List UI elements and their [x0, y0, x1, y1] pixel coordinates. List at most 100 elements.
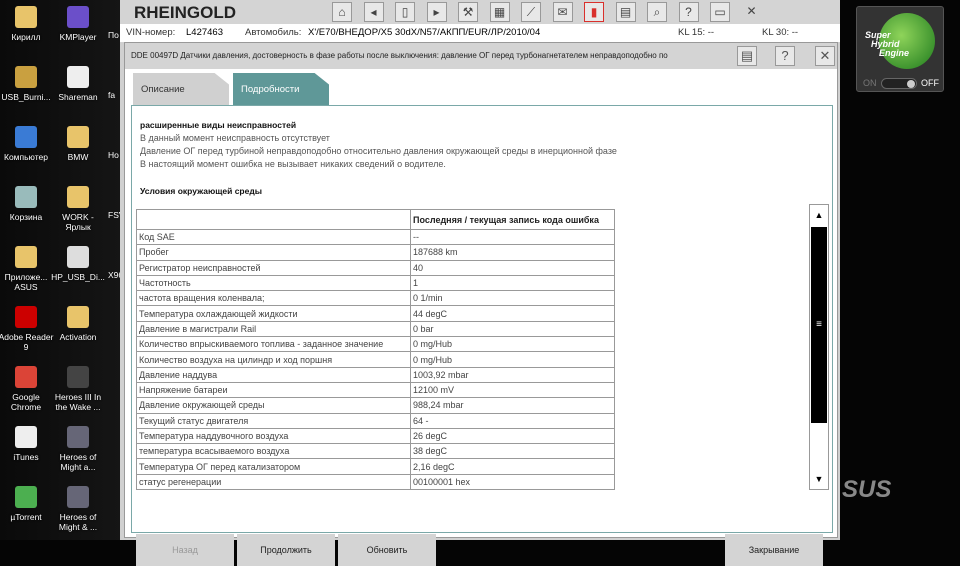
parameter-name: Регистратор неисправностей: [136, 259, 411, 276]
forward-icon[interactable]: ▸: [426, 2, 447, 22]
desktop-icon[interactable]: Heroes III In the Wake ...: [50, 366, 106, 412]
app-icon: [15, 306, 37, 328]
desktop-icon[interactable]: Shareman: [50, 66, 106, 102]
parameter-value: 0 mg/Hub: [410, 351, 615, 368]
desktop-icon[interactable]: HP_USB_Di...: [50, 246, 106, 282]
back-icon[interactable]: ◂: [363, 2, 384, 22]
desktop-icon-label: Компьютер: [4, 152, 48, 162]
parameter-name: Текущий статус двигателя: [136, 412, 411, 429]
parameter-value: 40: [410, 259, 615, 276]
help-icon[interactable]: ?: [678, 2, 699, 22]
app-icon: [67, 126, 89, 148]
tab-details[interactable]: Подробности: [233, 73, 329, 106]
app-icon: [67, 246, 89, 268]
table-row: Количество впрыскиваемого топлива - зада…: [136, 336, 615, 353]
parameter-name: Частотность: [136, 274, 411, 292]
scroll-thumb[interactable]: ≡: [811, 227, 827, 423]
she-line3: Engine: [879, 48, 910, 58]
home-icon[interactable]: ⌂: [332, 2, 352, 22]
table-row: Температура охлаждающей жидкости 44 degC: [136, 305, 615, 322]
table-row: Код SAE --: [136, 228, 615, 246]
section-heading: Условия окружающей среды: [140, 186, 262, 196]
desktop-icon-label: Приложе... ASUS: [4, 272, 48, 292]
back-button[interactable]: Назад: [136, 534, 234, 566]
app-icon: [67, 366, 89, 388]
desktop: Кирилл KMPlayer USB_Burni... Shareman Компью…: [0, 0, 125, 540]
desktop-icon[interactable]: WORK - Ярлык: [50, 186, 106, 232]
continue-button[interactable]: Продолжить: [237, 534, 335, 566]
parameter-name: Давление наддува: [136, 366, 411, 383]
desktop-icon[interactable]: Heroes of Might & ...: [50, 486, 106, 532]
table-row: Текущий статус двигателя 64 -: [136, 412, 615, 429]
parameter-name: Пробег: [136, 244, 411, 261]
parameter-name: температура всасываемого воздуха: [136, 443, 411, 460]
vin-label: VIN-номер:: [126, 27, 176, 38]
parameter-name: Температура охлаждающей жидкости: [136, 305, 411, 322]
scroll-down-icon[interactable]: ▼: [810, 469, 828, 489]
app-icon: [15, 246, 37, 268]
app-icon: [15, 366, 37, 388]
desktop-icon-label[interactable]: По: [108, 30, 119, 40]
documents-icon[interactable]: ▯: [395, 2, 415, 22]
parameter-value: 0 mg/Hub: [410, 336, 615, 353]
close-icon[interactable]: ✕: [815, 46, 835, 66]
app-title: RHEINGOLD: [134, 3, 236, 22]
print-icon[interactable]: ▤: [737, 46, 757, 66]
wrench-icon[interactable]: ⚒: [458, 2, 478, 22]
app-icon: [67, 306, 89, 328]
desktop-icon[interactable]: Heroes of Might a...: [50, 426, 106, 472]
parameter-value: 0 bar: [410, 320, 615, 338]
desktop-icon[interactable]: BMW: [50, 126, 106, 162]
desktop-icon-label: Heroes of Might & ...: [58, 512, 98, 532]
battery-icon[interactable]: ▮: [584, 2, 604, 22]
desktop-icon[interactable]: Компьютер: [0, 126, 54, 162]
kl30: KL 30: --: [762, 27, 799, 38]
desktop-icon-label[interactable]: Но: [108, 150, 119, 160]
table-row: Давление в магистрали Rail 0 bar: [136, 320, 615, 338]
table-row: частота вращения коленвала; 0 1/min: [136, 290, 615, 307]
desktop-icon-label: Heroes of Might a...: [59, 452, 97, 472]
desktop-icon-label[interactable]: fa: [108, 90, 115, 100]
parameter-value: 38 degC: [410, 443, 615, 460]
desktop-icon[interactable]: Google Chrome: [0, 366, 54, 412]
help-icon[interactable]: ?: [775, 46, 795, 66]
zoom-icon[interactable]: ⌕: [647, 2, 667, 22]
parameter-name: Код SAE: [136, 228, 411, 246]
app-icon: [67, 66, 89, 88]
super-hybrid-engine-widget[interactable]: Super Hybrid Engine ON OFF: [856, 6, 944, 92]
parameter-value: --: [410, 228, 615, 246]
vehicle-data-icon[interactable]: ▦: [489, 2, 510, 22]
scroll-up-icon[interactable]: ▲: [810, 205, 828, 225]
parameter-value: 2,16 degC: [410, 458, 615, 475]
scrollbar[interactable]: ▲ ≡ ▼: [809, 204, 829, 490]
app-icon: [15, 186, 37, 208]
desktop-icon-label: iTunes: [13, 452, 39, 462]
description-line: Давление ОГ перед турбиной неправдоподоб…: [140, 146, 617, 156]
parameter-name: Количество впрыскиваемого топлива - зада…: [136, 336, 411, 353]
car-label: Автомобиль:: [245, 27, 302, 38]
table-row: Количество воздуха на цилиндр и ход порш…: [136, 351, 615, 368]
minimize-icon[interactable]: ▭: [710, 2, 730, 22]
parameter-value: 988,24 mbar: [410, 397, 615, 414]
connection-icon[interactable]: ⟋: [521, 2, 541, 22]
refresh-button[interactable]: Обновить: [338, 534, 436, 566]
close-icon[interactable]: ✕: [742, 2, 762, 22]
desktop-icon[interactable]: Корзина: [0, 186, 54, 222]
desktop-icon-label: Heroes III In the Wake ...: [54, 392, 102, 412]
fault-details-dialog: DDE 00497D Датчики давления, достовернос…: [124, 42, 838, 566]
app-icon: [15, 126, 37, 148]
desktop-icon[interactable]: Приложе... ASUS: [0, 246, 54, 292]
desktop-icon[interactable]: KMPlayer: [50, 6, 106, 42]
desktop-icon[interactable]: Activation: [50, 306, 106, 342]
she-toggle[interactable]: [881, 78, 917, 89]
desktop-icon[interactable]: iTunes: [0, 426, 54, 462]
desktop-icon[interactable]: Adobe Reader 9: [0, 306, 54, 352]
dialog-title: DDE 00497D Датчики давления, достовернос…: [131, 51, 668, 60]
close-button[interactable]: Закрывание: [725, 534, 823, 566]
print-icon[interactable]: ▤: [615, 2, 636, 22]
desktop-icon[interactable]: Кирилл: [0, 6, 54, 42]
mail-icon[interactable]: ✉: [552, 2, 573, 22]
desktop-icon[interactable]: µTorrent: [0, 486, 54, 522]
tab-description[interactable]: Описание: [133, 73, 229, 106]
desktop-icon[interactable]: USB_Burni...: [0, 66, 54, 102]
